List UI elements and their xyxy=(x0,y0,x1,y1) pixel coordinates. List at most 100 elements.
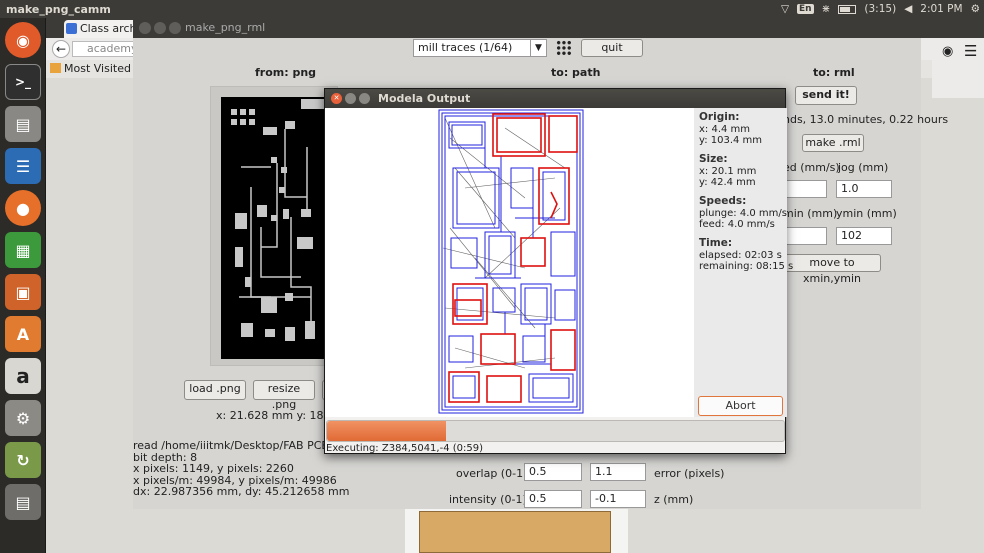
ubuntu-icon[interactable]: ◉ xyxy=(5,22,41,58)
speed-field[interactable] xyxy=(783,180,827,198)
amazon-icon[interactable]: a xyxy=(5,358,41,394)
maximize-icon[interactable] xyxy=(359,93,370,104)
bluetooth-icon[interactable]: ⋇ xyxy=(822,3,831,15)
grid-icon[interactable] xyxy=(556,40,572,56)
make-rml-button[interactable]: make .rml xyxy=(802,134,864,152)
send-it-button[interactable]: send it! xyxy=(795,86,857,105)
png-image xyxy=(221,97,329,359)
active-window-title: make_png_camm xyxy=(6,2,111,16)
plunge-speed: plunge: 4.0 mm/s xyxy=(699,207,787,219)
window-controls xyxy=(139,22,184,37)
png-preview xyxy=(210,86,338,366)
speeds-heading: Speeds: xyxy=(699,195,747,207)
launcher: ◉ >_ ▤ ☰ ● ▦ ▣ A a ⚙ ↻ ▤ xyxy=(0,18,46,553)
updater-icon[interactable]: ↻ xyxy=(5,442,41,478)
origin-x: x: 4.4 mm xyxy=(699,123,751,135)
dialog-titlebar: ✕ Modela Output xyxy=(325,89,785,108)
settings-icon[interactable]: ⚙ xyxy=(5,400,41,436)
size-x: x: 20.1 mm xyxy=(699,165,757,177)
volume-icon[interactable]: ◀ xyxy=(904,3,912,15)
gear-icon[interactable]: ⚙ xyxy=(971,3,980,15)
folder-icon xyxy=(50,63,61,73)
progress-fill xyxy=(327,421,446,441)
job-info-panel: Origin: x: 4.4 mm y: 103.4 mm Size: x: 2… xyxy=(694,108,793,417)
origin-info: Origin: x: 4.4 mm y: 103.4 mm xyxy=(699,111,762,147)
rml-window-titlebar: make_png_rml xyxy=(133,18,921,38)
software-center-icon[interactable]: A xyxy=(5,316,41,352)
move-to-xmin-ymin-button[interactable]: move to xmin,ymin xyxy=(783,254,881,285)
size-y: y: 42.4 mm xyxy=(699,177,756,188)
battery-time: (3:15) xyxy=(864,3,897,15)
info-line: x pixels: 1149, y pixels: 2260 xyxy=(133,462,294,475)
intensity-field[interactable]: 0.5 xyxy=(524,490,582,508)
time-estimate: nds, 13.0 minutes, 0.22 hours xyxy=(783,113,949,126)
intensity-field-2[interactable]: -0.1 xyxy=(590,490,646,508)
speed-label: ed (mm/s) xyxy=(783,161,840,174)
terminal-icon[interactable]: >_ xyxy=(5,64,41,100)
minimize-icon[interactable] xyxy=(154,22,166,34)
hamburger-menu-icon[interactable]: ☰ xyxy=(964,42,977,60)
overlap-field-2[interactable]: 1.1 xyxy=(590,463,646,481)
pcb-board-image xyxy=(419,511,611,553)
mode-select[interactable]: mill traces (1/64) ▼ xyxy=(413,39,547,57)
elapsed-time: elapsed: 02:03 s xyxy=(699,249,782,261)
pcb-photo xyxy=(405,509,628,553)
to-path-header: to: path xyxy=(551,66,601,79)
z-label: z (mm) xyxy=(654,493,694,506)
close-icon[interactable]: ✕ xyxy=(331,93,342,104)
indicator-area: ▽ En ⋇ (3:15) ◀ 2:01 PM ⚙ xyxy=(781,0,980,18)
resize-png-button[interactable]: resize .png xyxy=(253,380,315,411)
close-icon[interactable] xyxy=(139,22,151,34)
quit-button[interactable]: quit xyxy=(581,39,643,57)
chat-icon[interactable]: ◉ xyxy=(942,44,953,59)
tab-favicon-icon xyxy=(66,23,77,34)
files-icon[interactable]: ▤ xyxy=(5,106,41,142)
most-visited-bookmark[interactable]: Most Visited ▾ xyxy=(64,62,140,75)
xmin-label: min (mm) xyxy=(783,207,838,220)
tab-title: Class archi xyxy=(80,22,140,35)
speeds-info: Speeds: plunge: 4.0 mm/s feed: 4.0 mm/s xyxy=(699,195,787,231)
info-line: dx: 22.987356 mm, dy: 45.212658 mm xyxy=(133,485,350,498)
url-bar[interactable]: academy xyxy=(72,41,142,57)
size-heading: Size: xyxy=(699,153,728,165)
abort-button[interactable]: Abort xyxy=(698,396,783,416)
overlap-label: overlap (0-1) xyxy=(456,467,528,480)
firefox-icon[interactable]: ● xyxy=(5,190,41,226)
chevron-down-icon[interactable]: ▼ xyxy=(530,40,546,56)
origin-heading: Origin: xyxy=(699,111,740,123)
intensity-label: intensity (0-1) xyxy=(449,493,527,506)
overlap-field[interactable]: 0.5 xyxy=(524,463,582,481)
ymin-label: ymin (mm) xyxy=(836,207,897,220)
rml-window-title: make_png_rml xyxy=(185,21,266,34)
from-png-header: from: png xyxy=(255,66,317,79)
error-label: error (pixels) xyxy=(654,467,725,480)
modela-output-dialog: ✕ Modela Output Origin: x: 4.4 mm y: 103… xyxy=(324,88,793,454)
size-info: Size: x: 20.1 mm y: 42.4 mm xyxy=(699,153,757,189)
toolpath-canvas xyxy=(325,108,694,417)
keyboard-layout-indicator[interactable]: En xyxy=(797,4,814,14)
time-heading: Time: xyxy=(699,237,733,249)
top-panel: make_png_camm ▽ En ⋇ (3:15) ◀ 2:01 PM ⚙ xyxy=(0,0,984,18)
load-png-button[interactable]: load .png xyxy=(184,380,246,400)
impress-icon[interactable]: ▣ xyxy=(5,274,41,310)
jog-label: jog (mm) xyxy=(838,161,889,174)
maximize-icon[interactable] xyxy=(169,22,181,34)
dialog-title: Modela Output xyxy=(378,92,471,105)
remaining-time: remaining: 08:15 s xyxy=(699,261,794,272)
wifi-icon[interactable]: ▽ xyxy=(781,3,789,15)
time-info: Time: elapsed: 02:03 s remaining: 08:15 … xyxy=(699,237,794,273)
battery-icon[interactable] xyxy=(838,4,857,14)
clock[interactable]: 2:01 PM xyxy=(920,3,962,15)
writer-icon[interactable]: ☰ xyxy=(5,148,41,184)
calc-icon[interactable]: ▦ xyxy=(5,232,41,268)
png-info: read /home/iiitmk/Desktop/FAB PCBS/ bit … xyxy=(133,440,349,498)
minimize-icon[interactable] xyxy=(345,93,356,104)
trash-icon[interactable]: ▤ xyxy=(5,484,41,520)
jog-field[interactable]: 1.0 xyxy=(836,180,892,198)
info-line: read /home/iiitmk/Desktop/FAB PCBS/ xyxy=(133,439,340,452)
status-text: Executing: Z384,5041,-4 (0:59) xyxy=(326,443,484,454)
back-button[interactable]: ← xyxy=(52,40,70,58)
ymin-field[interactable]: 102 xyxy=(836,227,892,245)
feed-speed: feed: 4.0 mm/s xyxy=(699,219,775,230)
browser-toolbar-right: ◉ ☰ xyxy=(932,38,984,98)
